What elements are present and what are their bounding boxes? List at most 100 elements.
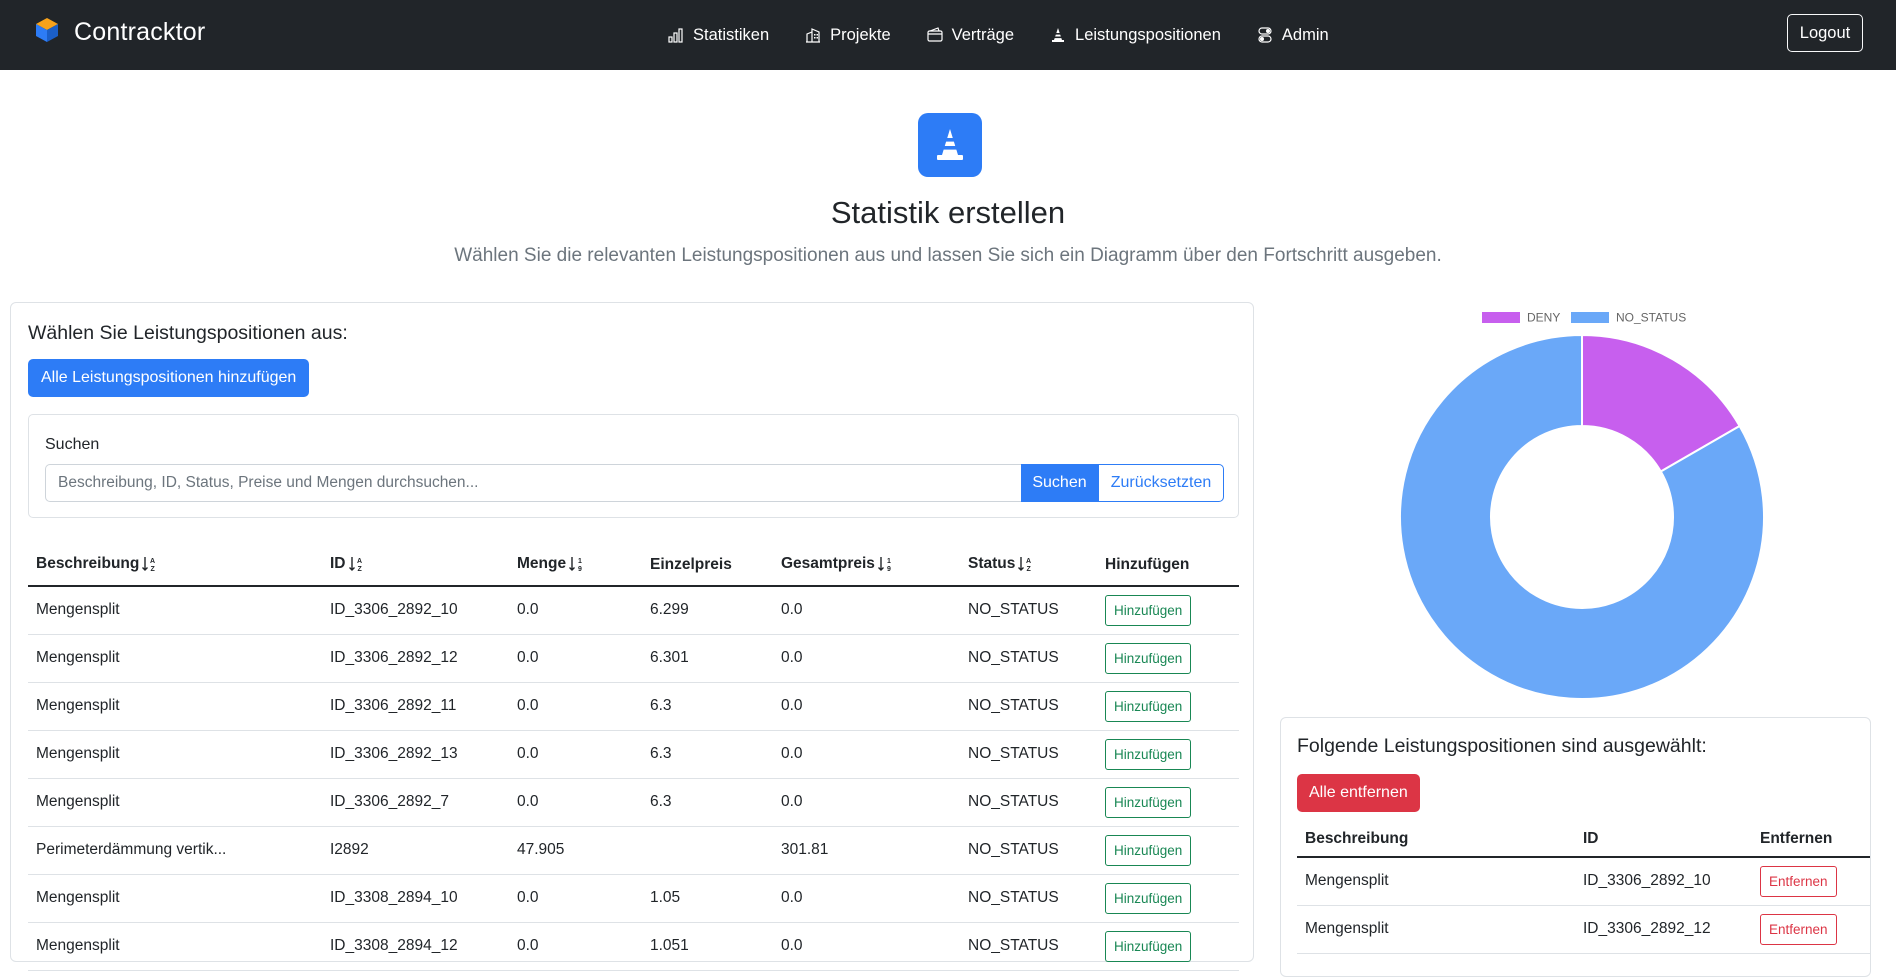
legend-item-no-status[interactable]: NO_STATUS bbox=[1571, 311, 1686, 325]
nav-statistiken[interactable]: Statistiken bbox=[668, 26, 769, 45]
cell-status: NO_STATUS bbox=[960, 778, 1097, 827]
navbar: Contracktor Statistiken Projekte Verträg… bbox=[0, 0, 1896, 70]
selected-row: Mengensplit ID_3306_2892_12 Entfernen bbox=[1297, 905, 1870, 954]
nav-projekte[interactable]: Projekte bbox=[805, 26, 891, 45]
nav-statistiken-label: Statistiken bbox=[693, 25, 770, 44]
svg-text:Z: Z bbox=[357, 566, 362, 573]
add-button[interactable]: Hinzufügen bbox=[1105, 690, 1192, 722]
cell-id: ID_3306_2892_12 bbox=[322, 634, 509, 683]
add-button[interactable]: Hinzufügen bbox=[1105, 930, 1192, 962]
table-row: Perimeterdämmung vertik... I2892 47.905 … bbox=[28, 826, 1239, 875]
cell-gesamtpreis: 301.81 bbox=[773, 826, 960, 875]
cell-einzelpreis: 6.299 bbox=[642, 586, 773, 635]
remove-all-button[interactable]: Alle entfernen bbox=[1297, 774, 1420, 812]
nav-leistungspositionen[interactable]: Leistungspositionen bbox=[1050, 26, 1221, 45]
col-status[interactable]: Status A Z bbox=[960, 544, 1097, 587]
cell-id: ID_3306_2892_12 bbox=[1575, 905, 1752, 954]
col-gesamtpreis-label: Gesamtpreis bbox=[781, 555, 875, 573]
add-button[interactable]: Hinzufügen bbox=[1105, 738, 1192, 770]
cell-action: Hinzufügen bbox=[1097, 826, 1239, 875]
cell-status: NO_STATUS bbox=[960, 682, 1097, 731]
cell-id: ID_3308_2894_12 bbox=[322, 922, 509, 971]
col-gesamtpreis[interactable]: Gesamtpreis 1 9 bbox=[773, 544, 960, 587]
cell-gesamtpreis: 0.0 bbox=[773, 874, 960, 923]
add-all-button[interactable]: Alle Leistungspositionen hinzufügen bbox=[28, 359, 310, 397]
search-button[interactable]: Suchen bbox=[1021, 464, 1098, 502]
cell-status: NO_STATUS bbox=[960, 826, 1097, 875]
cell-menge: 47.905 bbox=[509, 826, 642, 875]
nav-admin[interactable]: Admin bbox=[1257, 26, 1329, 45]
cell-action: Hinzufügen bbox=[1097, 586, 1239, 635]
brand[interactable]: Contracktor bbox=[34, 17, 205, 48]
cell-menge: 0.0 bbox=[509, 778, 642, 827]
sort-numeric-icon: 19 bbox=[569, 557, 582, 573]
cell-id: ID_3306_2892_7 bbox=[322, 778, 509, 827]
cell-gesamtpreis: 0.0 bbox=[773, 778, 960, 827]
cell-einzelpreis: 1.05 bbox=[642, 874, 773, 923]
cell-einzelpreis bbox=[642, 826, 773, 875]
legend-swatch bbox=[1482, 312, 1520, 323]
nav-vertraege-label: Verträge bbox=[951, 25, 1015, 44]
remove-button[interactable]: Entfernen bbox=[1760, 913, 1837, 945]
add-button[interactable]: Hinzufügen bbox=[1105, 834, 1192, 866]
svg-text:1: 1 bbox=[887, 558, 891, 565]
col-beschreibung[interactable]: Beschreibung A Z bbox=[28, 544, 322, 587]
cell-menge: 0.0 bbox=[509, 874, 642, 923]
selected-card-title: Folgende Leistungspositionen sind ausgew… bbox=[1297, 735, 1707, 757]
cell-beschreibung: Mengensplit bbox=[28, 874, 322, 923]
positions-table: Beschreibung A Z ID A Z Menge 1 9 Einzelpreis … bbox=[28, 544, 1239, 971]
toggles-icon bbox=[1258, 27, 1272, 43]
cell-action: Hinzufügen bbox=[1097, 922, 1239, 971]
col-hinzufuegen: Hinzufügen bbox=[1097, 544, 1239, 587]
cell-id: ID_3306_2892_10 bbox=[322, 586, 509, 635]
cell-beschreibung: Mengensplit bbox=[28, 730, 322, 779]
selected-col-entfernen: Entfernen bbox=[1752, 822, 1870, 858]
cell-action: Hinzufügen bbox=[1097, 778, 1239, 827]
add-button[interactable]: Hinzufügen bbox=[1105, 642, 1192, 674]
reset-button[interactable]: Zurücksetzten bbox=[1098, 464, 1224, 502]
selected-header-row: Beschreibung ID Entfernen bbox=[1297, 822, 1870, 858]
cell-gesamtpreis: 0.0 bbox=[773, 634, 960, 683]
cell-einzelpreis: 1.051 bbox=[642, 922, 773, 971]
logout-button[interactable]: Logout bbox=[1787, 14, 1863, 52]
col-menge[interactable]: Menge 1 9 bbox=[509, 544, 642, 587]
main-nav: Statistiken Projekte Verträge Leistungsp… bbox=[668, 0, 1329, 70]
cell-einzelpreis: 6.3 bbox=[642, 778, 773, 827]
svg-text:A: A bbox=[150, 558, 155, 565]
add-button[interactable]: Hinzufügen bbox=[1105, 882, 1192, 914]
col-status-label: Status bbox=[968, 555, 1016, 573]
cell-menge: 0.0 bbox=[509, 586, 642, 635]
traffic-cone-icon bbox=[918, 113, 982, 177]
add-button[interactable]: Hinzufügen bbox=[1105, 786, 1192, 818]
legend-swatch bbox=[1571, 312, 1609, 323]
table-row: Mengensplit ID_3306_2892_13 0.0 6.3 0.0 … bbox=[28, 730, 1239, 779]
cell-status: NO_STATUS bbox=[960, 586, 1097, 635]
col-id[interactable]: ID A Z bbox=[322, 544, 509, 587]
cell-status: NO_STATUS bbox=[960, 730, 1097, 779]
remove-button[interactable]: Entfernen bbox=[1760, 865, 1837, 897]
col-einzelpreis-label: Einzelpreis bbox=[650, 555, 732, 573]
cell-beschreibung: Mengensplit bbox=[28, 682, 322, 731]
cell-action: Hinzufügen bbox=[1097, 730, 1239, 779]
legend-label: DENY bbox=[1527, 311, 1560, 325]
cell-action: Hinzufügen bbox=[1097, 634, 1239, 683]
svg-text:Z: Z bbox=[151, 566, 156, 573]
svg-text:9: 9 bbox=[578, 566, 582, 573]
sort-alpha-icon: AZ bbox=[1018, 557, 1032, 573]
nav-vertraege[interactable]: Verträge bbox=[927, 26, 1014, 45]
cell-menge: 0.0 bbox=[509, 682, 642, 731]
search-input[interactable] bbox=[45, 464, 1021, 502]
cell-action: Hinzufügen bbox=[1097, 874, 1239, 923]
cell-status: NO_STATUS bbox=[960, 634, 1097, 683]
cell-gesamtpreis: 0.0 bbox=[773, 682, 960, 731]
selection-card-title: Wählen Sie Leistungspositionen aus: bbox=[28, 322, 348, 344]
cell-beschreibung: Mengensplit bbox=[28, 922, 322, 971]
cell-gesamtpreis: 0.0 bbox=[773, 730, 960, 779]
svg-text:Z: Z bbox=[1027, 566, 1032, 573]
add-button[interactable]: Hinzufügen bbox=[1105, 594, 1192, 626]
sort-alpha-icon: AZ bbox=[348, 557, 362, 573]
cell-beschreibung: Mengensplit bbox=[1297, 857, 1575, 906]
table-row: Mengensplit ID_3308_2894_10 0.0 1.05 0.0… bbox=[28, 874, 1239, 923]
legend-item-deny[interactable]: DENY bbox=[1482, 311, 1560, 325]
cell-gesamtpreis: 0.0 bbox=[773, 586, 960, 635]
